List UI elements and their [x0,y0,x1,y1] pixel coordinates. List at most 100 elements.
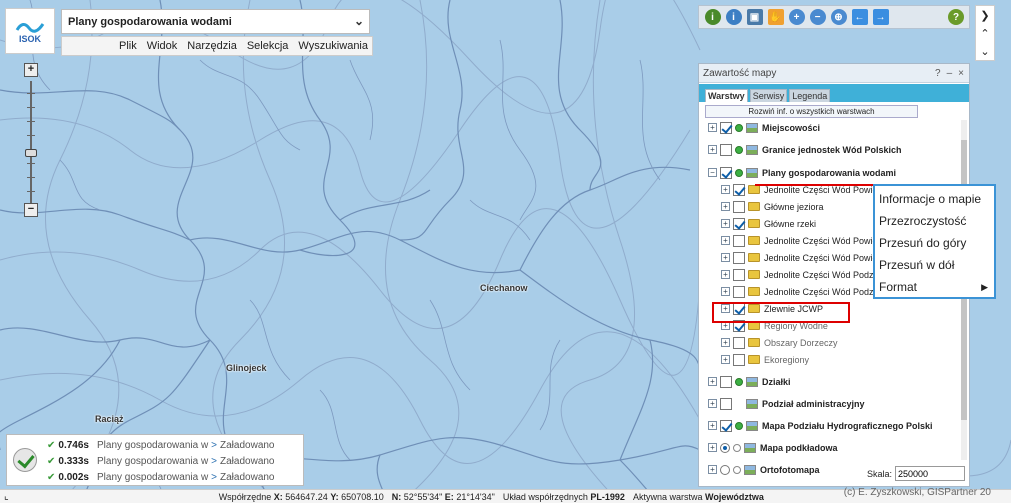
chevron-down-icon[interactable]: ⌄ [980,45,989,58]
layer-name: Obszary Dorzeczy [764,337,838,348]
menu-item-map-info[interactable]: Informacje o mapie [875,188,994,210]
menu-search[interactable]: Wyszukiwania [298,40,368,52]
layer-name: Główne rzeki [764,218,817,229]
layer-checkbox[interactable] [733,285,745,298]
menu-item-move-down[interactable]: Przesuń w dół [875,254,994,276]
full-extent-icon[interactable]: ▣ [746,9,763,25]
layer-name: Główne jeziora [764,201,824,212]
menu-tools[interactable]: Narzędzia [187,40,237,52]
map-layer-icon [746,167,758,178]
expand-icon[interactable]: + [721,355,730,364]
close-icon[interactable]: × [958,68,964,79]
layer-row[interactable]: + Główne rzeki [721,216,816,231]
layer-checkbox[interactable] [720,166,732,179]
menu-file[interactable]: Plik [119,40,137,52]
zoom-extent-icon[interactable]: ⊕ [830,9,847,25]
zoom-control: + − [22,63,40,221]
x-value: 564647.24 [285,491,328,502]
menu-view[interactable]: Widok [147,40,178,52]
layer-checkbox[interactable] [733,268,745,281]
city-label: Ciechanow [480,283,528,293]
info-icon[interactable]: i [704,9,721,25]
layer-row[interactable]: + Podział administracyjny [708,396,865,411]
chevron-up-icon[interactable]: ⌃ [980,27,989,40]
layer-row[interactable]: + Mapa podkładowa [708,440,838,455]
expand-icon[interactable]: + [721,270,730,279]
crs-label: Układ współrzędnych [502,491,588,502]
zoom-tick [27,107,35,108]
layer-checkbox[interactable] [733,234,745,247]
arrow-right-icon[interactable]: → [872,9,889,25]
about-icon[interactable]: i [725,9,742,25]
help-icon[interactable]: ? [935,68,941,79]
layer-row[interactable]: + Mapa Podziału Hydrograficznego Polski [708,418,933,433]
resize-icon[interactable]: ⌞ [4,491,9,502]
expand-icon[interactable]: + [721,202,730,211]
layer-radio[interactable] [720,464,730,475]
expand-icon[interactable]: + [721,219,730,228]
layer-checkbox[interactable] [733,251,745,264]
layer-row[interactable]: + Granice jednostek Wód Polskich [708,142,902,157]
expand-icon[interactable]: + [708,443,717,452]
expand-icon[interactable]: + [708,465,717,474]
layer-radio[interactable] [720,442,730,453]
expand-icon[interactable]: + [721,287,730,296]
menu-item-label: Przezroczystość [879,214,967,228]
collapse-icon[interactable]: − [708,168,717,177]
layer-row[interactable]: + Ortofotomapa [708,462,820,477]
zoom-slider-handle[interactable] [25,149,37,157]
menu-item-move-up[interactable]: Przesuń do góry [875,232,994,254]
pan-hand-icon[interactable]: ✋ [767,9,784,25]
layer-row[interactable]: + Działki [708,374,791,389]
layer-checkbox[interactable] [720,375,732,388]
load-result: Załadowano [220,456,275,467]
menu-item-transparency[interactable]: Przezroczystość [875,210,994,232]
crs-value: PL-1992 [590,491,625,502]
layer-checkbox[interactable] [720,419,732,432]
tab-layers[interactable]: Warstwy [705,89,748,102]
layer-checkbox[interactable] [733,217,745,230]
zoom-out-button[interactable]: − [24,203,38,217]
visibility-dot-icon [733,443,741,452]
zoom-in-button[interactable]: + [24,63,38,77]
expand-icon[interactable]: + [721,185,730,194]
layer-row[interactable]: + Główne jeziora [721,199,824,214]
expand-icon[interactable]: + [708,145,717,154]
zoom-track[interactable] [30,81,32,203]
scale-input[interactable] [895,466,966,481]
layer-checkbox[interactable] [733,183,745,196]
chevron-right-icon[interactable]: ❯ [980,9,989,22]
layer-checkbox[interactable] [733,353,745,366]
expand-icon[interactable]: + [708,421,717,430]
map-layer-icon [744,442,756,453]
project-select[interactable]: Plany gospodarowania wodami ⌄ [61,9,370,34]
layer-checkbox[interactable] [733,200,745,213]
zoom-in-icon[interactable]: + [788,9,805,25]
layer-checkbox[interactable] [720,397,732,410]
crs-readout: Układ współrzędnych PL-1992 [503,492,625,502]
expand-all-button[interactable]: Rozwiń inf. o wszystkich warstwach [705,105,918,118]
layer-checkbox[interactable] [720,143,732,156]
minimize-icon[interactable]: – [947,68,953,79]
expand-icon[interactable]: + [721,236,730,245]
layer-row[interactable]: + Obszary Dorzeczy [721,335,838,350]
expand-icon[interactable]: + [721,253,730,262]
menu-item-label: Format [879,280,918,294]
expand-icon[interactable]: + [721,338,730,347]
tab-legend[interactable]: Legenda [789,89,831,102]
menu-item-format[interactable]: Format ▶ [875,276,994,298]
expand-icon[interactable]: + [708,399,717,408]
expand-icon[interactable]: + [708,377,717,386]
layer-checkbox[interactable] [720,121,732,134]
folder-icon [748,253,760,262]
arrow-left-icon[interactable]: ← [851,9,868,25]
layer-checkbox[interactable] [733,336,745,349]
layer-row[interactable]: + Miejscowości [708,120,820,135]
menu-selection[interactable]: Selekcja [247,40,289,52]
layer-row[interactable]: − Plany gospodarowania wodami [708,165,896,180]
tab-services[interactable]: Serwisy [749,89,788,102]
expand-icon[interactable]: + [708,123,717,132]
layer-row[interactable]: + Ekoregiony [721,352,809,367]
help-icon[interactable]: ? [948,9,964,25]
zoom-out-icon[interactable]: − [809,9,826,25]
